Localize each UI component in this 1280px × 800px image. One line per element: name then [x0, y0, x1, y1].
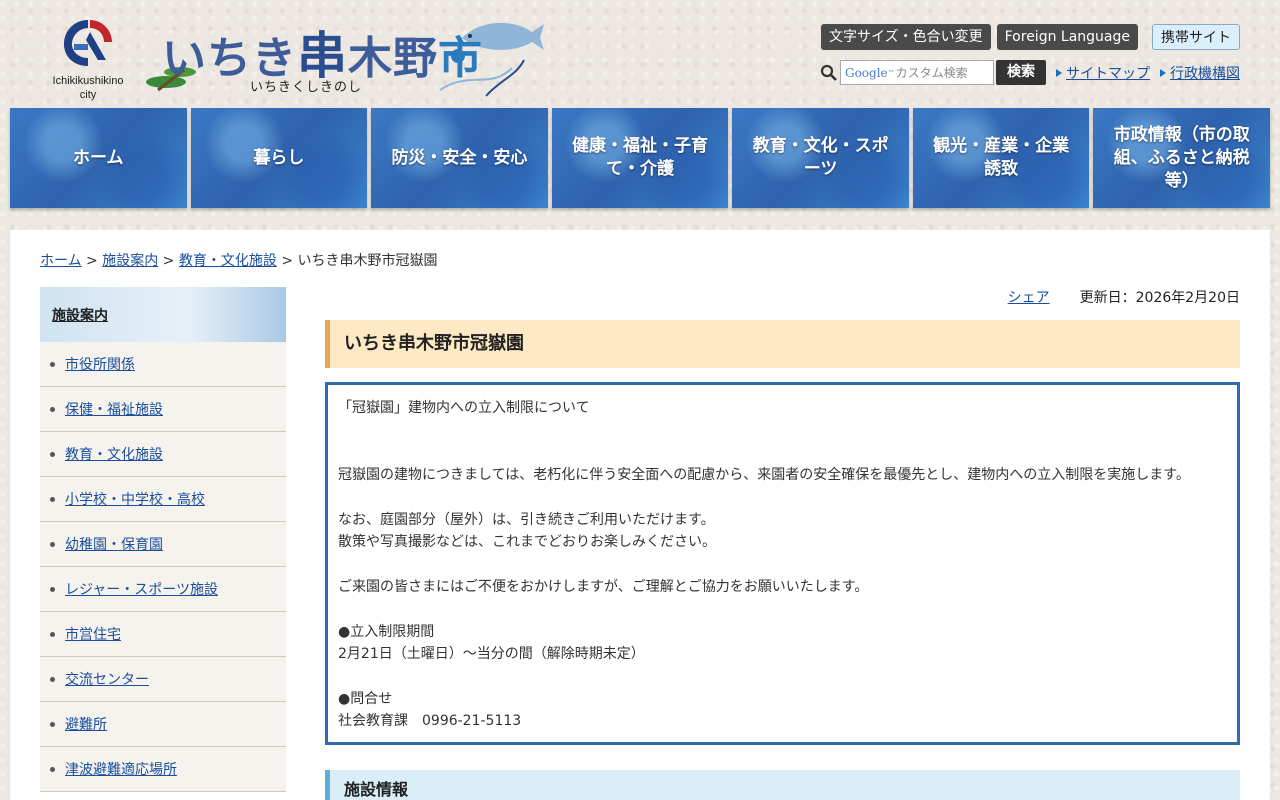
nav-tourism-industry[interactable]: 観光・産業・企業誘致	[913, 108, 1090, 208]
nav-health-welfare[interactable]: 健康・福祉・子育て・介護	[552, 108, 729, 208]
breadcrumb-education[interactable]: 教育・文化施設	[179, 253, 277, 269]
sidebar-item-label[interactable]: 教育・文化施設	[65, 444, 163, 464]
main-content: シェア 更新日：2026年2月20日 いちき串木野市冠嶽園 「冠嶽園」建物内への立…	[325, 287, 1240, 800]
sidebar-heading[interactable]: 施設案内	[40, 287, 286, 342]
notice-box: 「冠嶽園」建物内への立入制限について 冠嶽園の建物につきましては、老朽化に伴う安…	[325, 382, 1240, 745]
sidebar-item-education-culture[interactable]: 教育・文化施設	[40, 432, 286, 477]
contact-text: 社会教育課 0996-21-5113	[338, 713, 522, 730]
sidebar-item-city-hall[interactable]: 市役所関係	[40, 342, 286, 387]
bullet-icon	[50, 766, 55, 772]
sidebar-item-label[interactable]: 市営住宅	[65, 624, 121, 644]
nav-city-government[interactable]: 市政情報（市の取組、ふるさと納税等）	[1093, 108, 1270, 208]
bullet-icon	[50, 586, 55, 592]
sidebar-item-health-welfare[interactable]: 保健・福祉施設	[40, 387, 286, 432]
global-navigation: ホーム 暮らし 防災・安全・安心 健康・福祉・子育て・介護 教育・文化・スポーツ…	[10, 108, 1270, 208]
sidebar-item-tsunami-evacuation[interactable]: 津波避難適応場所	[40, 747, 286, 792]
main-panel: ホーム > 施設案内 > 教育・文化施設 > いちき串木野市冠嶽園 施設案内 市…	[10, 230, 1270, 800]
updated-date: 更新日：2026年2月20日	[1079, 290, 1240, 306]
period-label: ●立入制限期間	[338, 623, 435, 640]
search-icon	[820, 64, 837, 81]
breadcrumb-separator: >	[276, 253, 298, 269]
site-header: Ichikikushikino city いちき串木野市 いちきくしきのし 文字…	[0, 0, 1280, 108]
sidebar-list: 市役所関係 保健・福祉施設 教育・文化施設 小学校・中学校・高校 幼稚園・保育園…	[40, 342, 286, 792]
utility-buttons: 文字サイズ・色合い変更 Foreign Language 携帯サイト	[821, 24, 1240, 50]
sidebar-item-label[interactable]: 幼稚園・保育園	[65, 534, 163, 554]
sidebar-item-community-center[interactable]: 交流センター	[40, 657, 286, 702]
arrow-right-icon	[1056, 68, 1062, 77]
site-title-logo[interactable]: いちき串木野市 いちきくしきのし	[140, 10, 550, 104]
page-meta: シェア 更新日：2026年2月20日	[325, 287, 1240, 311]
sidebar-item-label[interactable]: 保健・福祉施設	[65, 399, 163, 419]
bullet-icon	[50, 361, 55, 367]
text-size-color-button[interactable]: 文字サイズ・色合い変更	[821, 24, 991, 50]
sidebar-item-leisure-sports[interactable]: レジャー・スポーツ施設	[40, 567, 286, 612]
sidebar-item-label[interactable]: レジャー・スポーツ施設	[65, 579, 218, 599]
facility-info-heading: 施設情報	[325, 770, 1240, 800]
breadcrumb-current: いちき串木野市冠嶽園	[297, 253, 438, 269]
bullet-icon	[50, 631, 55, 637]
bullet-icon	[50, 676, 55, 682]
bullet-icon	[50, 496, 55, 502]
breadcrumb-separator: >	[81, 253, 103, 269]
org-chart-link[interactable]: 行政機構図	[1160, 63, 1240, 83]
city-emblem-logo[interactable]: Ichikikushikino city	[44, 14, 132, 104]
breadcrumb: ホーム > 施設案内 > 教育・文化施設 > いちき串木野市冠嶽園	[40, 250, 438, 270]
sidebar-item-kindergartens[interactable]: 幼稚園・保育園	[40, 522, 286, 567]
sidebar: 施設案内 市役所関係 保健・福祉施設 教育・文化施設 小学校・中学校・高校 幼稚…	[40, 287, 286, 792]
nav-education-culture[interactable]: 教育・文化・スポーツ	[732, 108, 909, 208]
bullet-icon	[50, 451, 55, 457]
share-link[interactable]: シェア	[1008, 290, 1050, 306]
search-bar: Google ™ カスタム検索 検索 サイトマップ 行政機構図	[820, 60, 1240, 85]
foreign-language-button[interactable]: Foreign Language	[996, 24, 1138, 50]
org-chart-link-label: 行政機構図	[1170, 65, 1240, 82]
sidebar-item-shelters[interactable]: 避難所	[40, 702, 286, 747]
notice-paragraph: 冠嶽園の建物につきましては、老朽化に伴う安全面への配慮から、来園者の安全確保を最…	[338, 466, 1190, 483]
emblem-caption: Ichikikushikino city	[52, 75, 124, 101]
sidebar-item-label[interactable]: 小学校・中学校・高校	[65, 489, 205, 509]
sidebar-item-label[interactable]: 市役所関係	[65, 354, 135, 374]
site-title-kana: いちきくしきのし	[250, 80, 363, 95]
bullet-icon	[50, 406, 55, 412]
nav-home[interactable]: ホーム	[10, 108, 187, 208]
mobile-site-button[interactable]: 携帯サイト	[1152, 24, 1240, 50]
notice-paragraph: 散策や写真撮影などは、これまでどおりお楽しみください。	[338, 534, 716, 550]
sitemap-link[interactable]: サイトマップ	[1056, 63, 1150, 83]
search-input[interactable]: Google ™ カスタム検索	[840, 60, 994, 85]
search-placeholder: カスタム検索	[895, 66, 968, 80]
notice-paragraph: ご来園の皆さまにはご不便をおかけしますが、ご理解とご協力をお願いいたします。	[338, 578, 869, 595]
arrow-right-icon	[1160, 68, 1166, 77]
contact-label: ●問合せ	[338, 690, 393, 707]
sidebar-item-public-housing[interactable]: 市営住宅	[40, 612, 286, 657]
sidebar-item-schools[interactable]: 小学校・中学校・高校	[40, 477, 286, 522]
sidebar-item-label[interactable]: 避難所	[65, 714, 107, 734]
sitemap-link-label: サイトマップ	[1066, 65, 1150, 82]
emblem-icon	[64, 20, 112, 66]
notice-paragraph: なお、庭園部分（屋外）は、引き続きご利用いただけます。	[338, 511, 715, 528]
site-title-part: 市	[438, 33, 483, 84]
notice-heading: 「冠嶽園」建物内への立入制限について	[338, 400, 590, 416]
sidebar-item-label[interactable]: 交流センター	[65, 669, 149, 689]
breadcrumb-separator: >	[158, 253, 179, 269]
nav-living[interactable]: 暮らし	[191, 108, 368, 208]
breadcrumb-facilities[interactable]: 施設案内	[102, 253, 158, 269]
google-mark: Google	[845, 65, 888, 80]
search-button[interactable]: 検索	[996, 60, 1046, 85]
period-text: 2月21日（土曜日）～当分の間（解除時期未定）	[338, 646, 645, 662]
page-title: いちき串木野市冠嶽園	[325, 320, 1240, 368]
bullet-icon	[50, 541, 55, 547]
bullet-icon	[50, 721, 55, 727]
breadcrumb-home[interactable]: ホーム	[40, 253, 82, 269]
nav-disaster-safety[interactable]: 防災・安全・安心	[371, 108, 548, 208]
sidebar-item-label[interactable]: 津波避難適応場所	[65, 759, 177, 779]
